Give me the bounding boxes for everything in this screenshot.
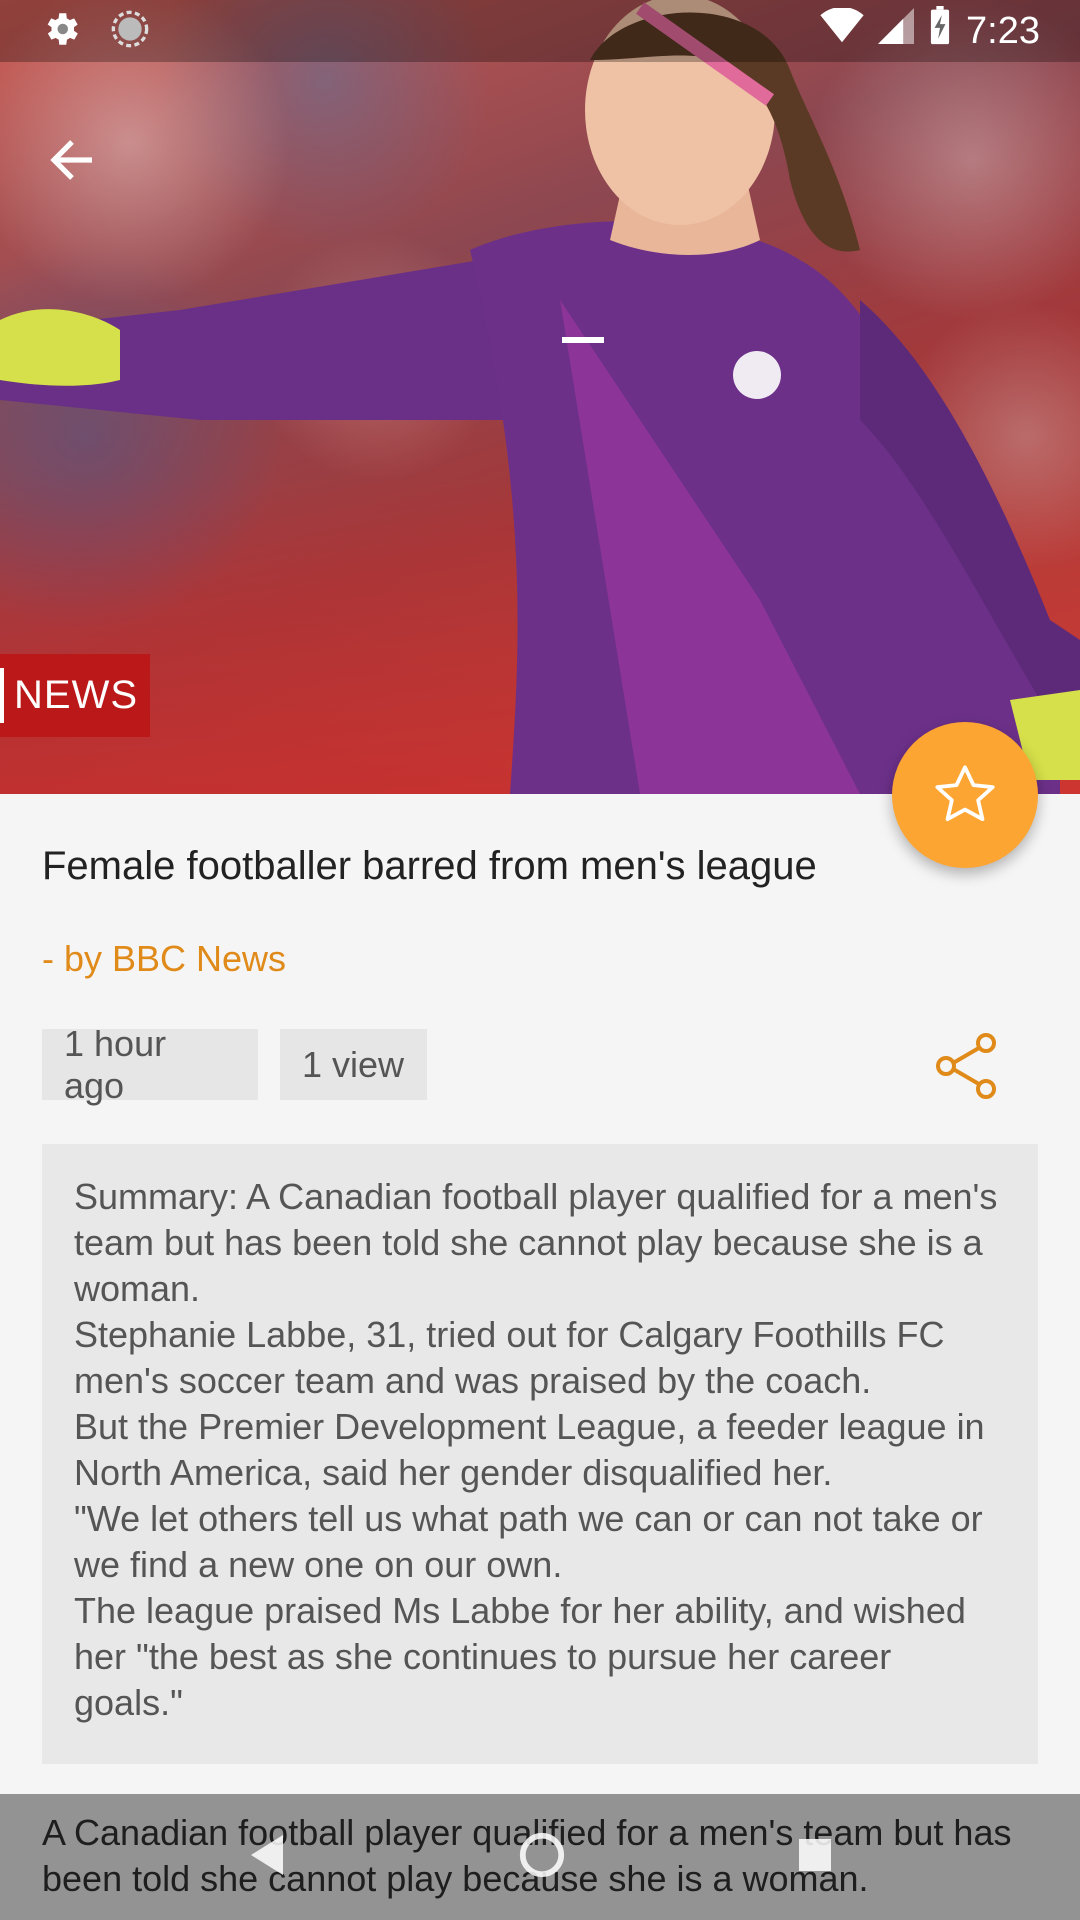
time-ago-chip: 1 hour ago (42, 1023, 258, 1106)
player-illustration (0, 0, 1080, 794)
summary-paragraph: The league praised Ms Labbe for her abil… (74, 1590, 966, 1723)
wifi-icon (820, 6, 864, 54)
triangle-back-icon (251, 1834, 283, 1875)
status-bar: 7:23 (0, 0, 1080, 62)
square-recents-icon (799, 1838, 831, 1871)
share-icon (936, 1033, 996, 1099)
hero-image: 7:23 NEWS (0, 0, 1080, 794)
clock: 7:23 (966, 9, 1040, 52)
battery-charging-icon (928, 6, 952, 56)
news-source-badge: NEWS (0, 654, 150, 737)
signal-icon (878, 8, 915, 54)
nav-recents-button[interactable] (797, 1837, 833, 1878)
gear-icon (40, 8, 82, 55)
share-button[interactable] (930, 1030, 1002, 1102)
summary-paragraph: But the Premier Development League, a fe… (74, 1406, 985, 1493)
summary-paragraph: Summary: A Canadian football player qual… (74, 1176, 998, 1309)
summary-paragraph: Stephanie Labbe, 31, tried out for Calga… (74, 1314, 945, 1401)
circle-home-icon (519, 1832, 565, 1877)
article-author[interactable]: - by BBC News (42, 938, 286, 980)
star-icon (935, 765, 995, 822)
sync-icon (110, 9, 150, 54)
article-title: Female footballer barred from men's leag… (42, 844, 817, 888)
back-button[interactable] (40, 128, 104, 192)
arrow-left-icon (50, 140, 92, 180)
views-chip: 1 view (280, 1029, 427, 1100)
navigation-bar (0, 1794, 1080, 1920)
nav-home-button[interactable] (517, 1830, 567, 1885)
favorite-button[interactable] (892, 722, 1038, 868)
nav-back-button[interactable] (247, 1833, 287, 1882)
summary-paragraph: "We let others tell us what path we can … (74, 1498, 983, 1585)
article-summary: Summary: A Canadian football player qual… (42, 1144, 1038, 1764)
